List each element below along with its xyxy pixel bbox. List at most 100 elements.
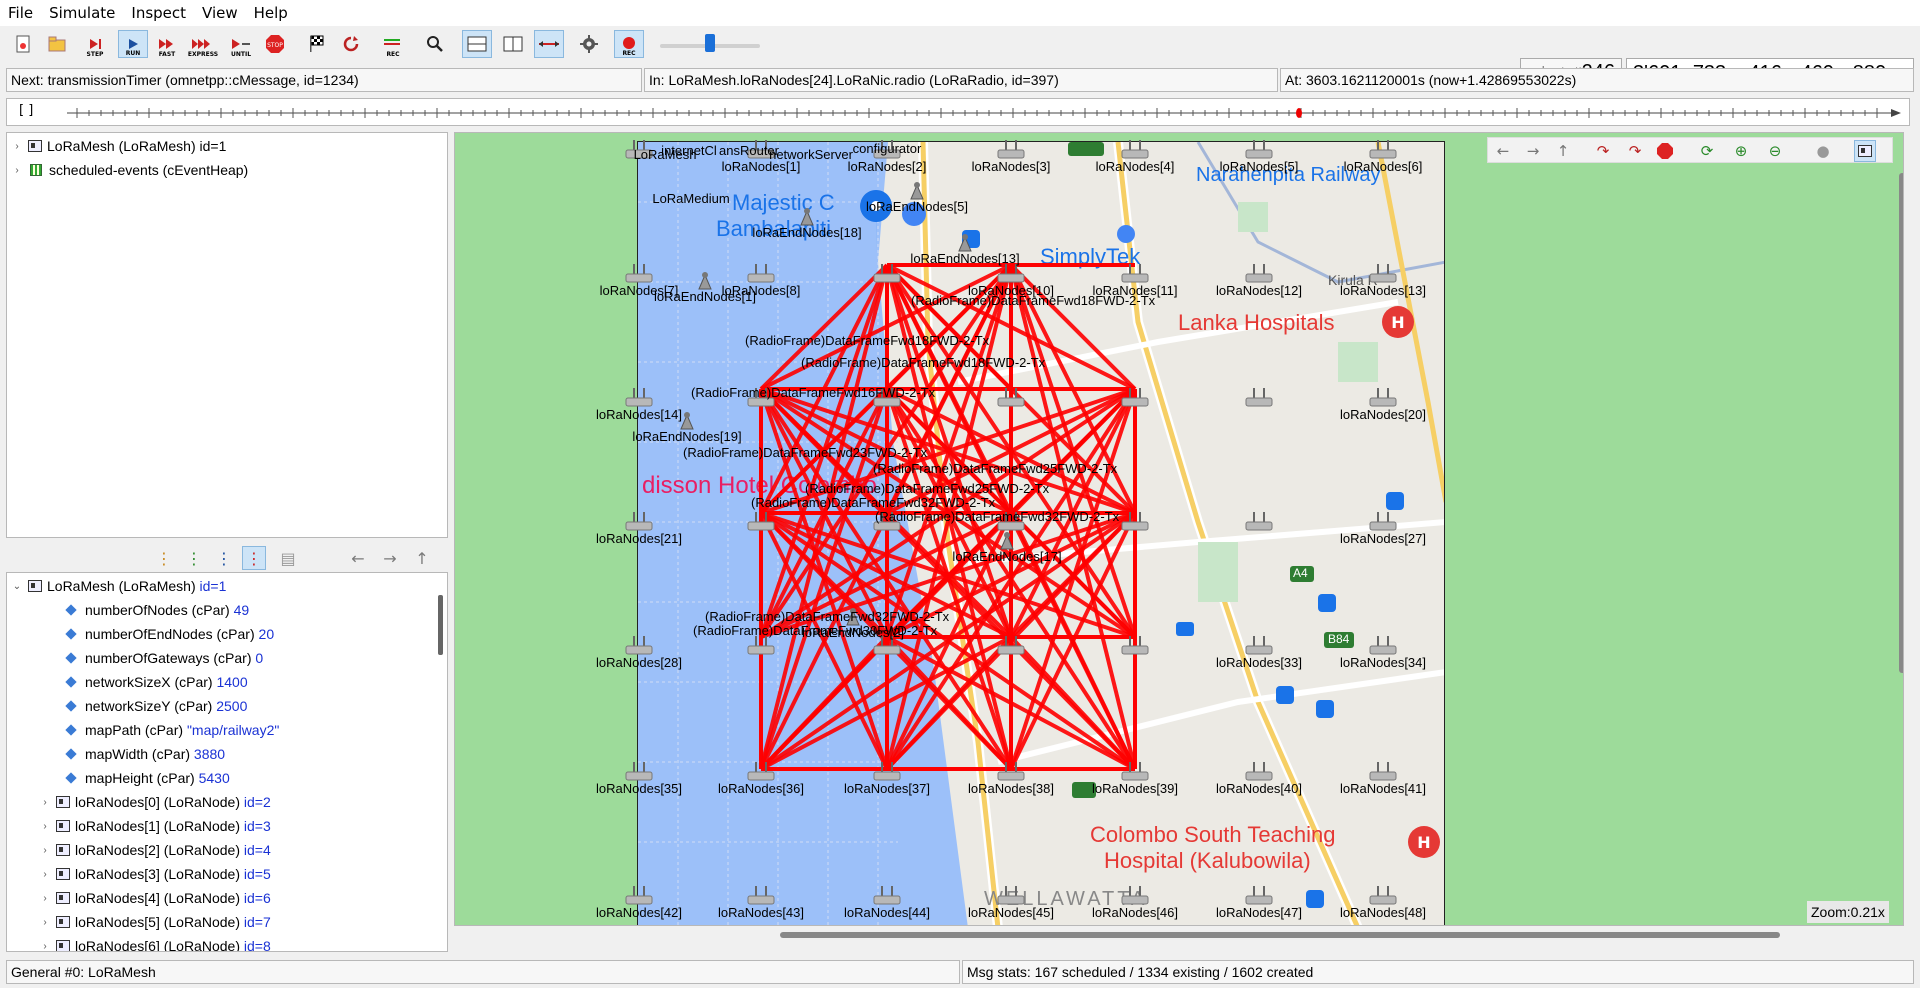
router-icon[interactable] (1368, 885, 1398, 907)
load-config-button[interactable] (42, 30, 72, 58)
node-label[interactable]: loRaNodes[5] (1220, 159, 1299, 174)
submodule-row[interactable]: › loRaNodes[0] (LoRaNode) id=2 (39, 791, 270, 813)
chevron-right-icon[interactable]: › (39, 797, 51, 808)
canvas-fast-until-button[interactable]: ↷ (1624, 140, 1646, 162)
menu-help[interactable]: Help (246, 0, 296, 26)
node-label[interactable]: loRaNodes[37] (844, 781, 930, 796)
toggle-details-button[interactable]: ▤ (276, 546, 300, 570)
router-icon[interactable] (872, 263, 902, 285)
forward-button[interactable]: → (378, 546, 402, 570)
stop-button[interactable]: STOP (260, 30, 290, 58)
node-label[interactable]: loRaNodes[36] (718, 781, 804, 796)
zoom-in-button[interactable]: ⊕ (1730, 140, 1752, 162)
router-icon[interactable] (1368, 387, 1398, 409)
find-button[interactable] (420, 30, 450, 58)
view-grouped-button[interactable]: ⋮ (182, 546, 206, 570)
router-icon[interactable] (1120, 511, 1150, 533)
message-label[interactable]: (RadioFrame)DataFrameFwd32FWD-2-Tx (875, 509, 1119, 524)
router-icon[interactable] (1120, 139, 1150, 161)
chevron-right-icon[interactable]: › (39, 821, 51, 832)
node-label[interactable]: loRaNodes[14] (596, 407, 682, 422)
canvas-back-button[interactable]: ← (1492, 140, 1514, 162)
node-label[interactable]: loRaNodes[28] (596, 655, 682, 670)
node-label[interactable]: loRaNodes[38] (968, 781, 1054, 796)
end-node-label[interactable]: loRaEndNodes[13] (910, 251, 1019, 266)
router-icon[interactable] (624, 761, 654, 783)
node-label[interactable]: loRaNodes[21] (596, 531, 682, 546)
canvas-stop-button[interactable] (1654, 140, 1676, 162)
rebuild-button[interactable] (336, 30, 366, 58)
message-label[interactable]: (RadioFrame)DataFrameFwd18FWD-2-Tx (745, 333, 989, 348)
node-label[interactable]: loRaNodes[41] (1340, 781, 1426, 796)
menu-file[interactable]: File (0, 0, 41, 26)
layout-horizontal-button[interactable] (462, 30, 492, 58)
submodule-row[interactable]: › loRaNodes[2] (LoRaNode) id=4 (39, 839, 270, 861)
router-icon[interactable] (746, 635, 776, 657)
network-canvas[interactable]: H H Majestic C Bambalapiti SimplyTek Nar… (454, 132, 1904, 926)
router-icon[interactable] (746, 511, 776, 533)
chevron-right-icon[interactable]: › (11, 165, 23, 176)
chevron-right-icon[interactable]: › (39, 917, 51, 928)
toggle-labels-button[interactable]: ● (1812, 140, 1834, 162)
param-row[interactable]: networkSizeY (cPar) 2500 (63, 695, 247, 717)
node-label[interactable]: loRaNodes[47] (1216, 905, 1302, 920)
menu-simulate[interactable]: Simulate (41, 0, 123, 26)
node-label[interactable]: loRaNodes[2] (848, 159, 927, 174)
until-button[interactable]: UNTIL (226, 30, 256, 58)
view-inheritance-button[interactable]: ⋮ (242, 546, 266, 570)
module-label-network-server[interactable]: networkServer (769, 147, 853, 162)
node-label[interactable]: loRaNodes[48] (1340, 905, 1426, 920)
submodule-row[interactable]: › loRaNodes[4] (LoRaNode) id=6 (39, 887, 270, 909)
node-label[interactable]: loRaNodes[34] (1340, 655, 1426, 670)
message-label[interactable]: (RadioFrame)DataFrameFwd16FWD-2-Tx (691, 385, 935, 400)
node-label[interactable]: loRaNodes[33] (1216, 655, 1302, 670)
router-icon[interactable] (1120, 761, 1150, 783)
speed-slider-thumb[interactable] (705, 34, 715, 52)
router-icon[interactable] (1368, 511, 1398, 533)
timeline[interactable]: [ ] (6, 98, 1910, 126)
param-row[interactable]: numberOfGateways (cPar) 0 (63, 647, 263, 669)
router-icon[interactable] (746, 263, 776, 285)
router-icon[interactable] (996, 263, 1026, 285)
end-node-label[interactable]: loRaEndNodes[19] (632, 429, 741, 444)
menu-inspect[interactable]: Inspect (123, 0, 194, 26)
back-button[interactable]: ← (346, 546, 370, 570)
message-label[interactable]: (RadioFrame)DataFrameFwd30FWD-2-Tx (693, 623, 937, 638)
tree-item-loramesh[interactable]: › LoRaMesh (LoRaMesh) id=1 (7, 135, 226, 157)
chevron-right-icon[interactable]: › (39, 941, 51, 952)
fast-button[interactable]: FAST (152, 30, 182, 58)
step-button[interactable]: STEP (80, 30, 110, 58)
props-scrollbar[interactable] (438, 595, 443, 655)
router-icon[interactable] (1368, 139, 1398, 161)
module-label-lora-medium[interactable]: LoRaMedium (652, 191, 729, 206)
node-label[interactable]: loRaNodes[13] (1340, 283, 1426, 298)
router-icon[interactable] (1244, 511, 1274, 533)
message-label[interactable]: (RadioFrame)DataFrameFwd32FWD-2-Tx (705, 609, 949, 624)
router-icon[interactable] (1120, 387, 1150, 409)
chevron-down-icon[interactable]: ⌄ (11, 581, 23, 592)
message-label[interactable]: (RadioFrame)DataFrameFwd32FWD-2-Tx (751, 495, 995, 510)
param-row[interactable]: numberOfEndNodes (cPar) 20 (63, 623, 274, 645)
message-label[interactable]: (RadioFrame)DataFrameFwd23FWD-2-Tx (683, 445, 927, 460)
router-icon[interactable] (1244, 387, 1274, 409)
module-label-configurator[interactable]: configurator (853, 141, 922, 156)
root-module-row[interactable]: ⌄ LoRaMesh (LoRaMesh) id=1 (11, 575, 227, 597)
node-label[interactable]: loRaNodes[44] (844, 905, 930, 920)
router-icon[interactable] (746, 761, 776, 783)
param-row[interactable]: networkSizeX (cPar) 1400 (63, 671, 248, 693)
message-label[interactable]: (RadioFrame)DataFrameFwd25FWD-2-Tx (873, 461, 1117, 476)
router-icon[interactable] (1244, 885, 1274, 907)
chevron-right-icon[interactable]: › (39, 893, 51, 904)
router-icon[interactable] (1244, 761, 1274, 783)
router-icon[interactable] (996, 761, 1026, 783)
submodule-row[interactable]: › loRaNodes[3] (LoRaNode) id=5 (39, 863, 270, 885)
router-icon[interactable] (1368, 263, 1398, 285)
module-label-internet-cloud[interactable]: internetCl (661, 143, 717, 158)
run-button[interactable]: RUN (118, 30, 148, 58)
canvas-run-until-button[interactable]: ↷ (1592, 140, 1614, 162)
router-icon[interactable] (1244, 263, 1274, 285)
submodule-row[interactable]: › loRaNodes[6] (LoRaNode) id=8 (39, 935, 271, 952)
param-row[interactable]: mapWidth (cPar) 3880 (63, 743, 225, 765)
router-icon[interactable] (996, 885, 1026, 907)
param-row[interactable]: numberOfNodes (cPar) 49 (63, 599, 249, 621)
